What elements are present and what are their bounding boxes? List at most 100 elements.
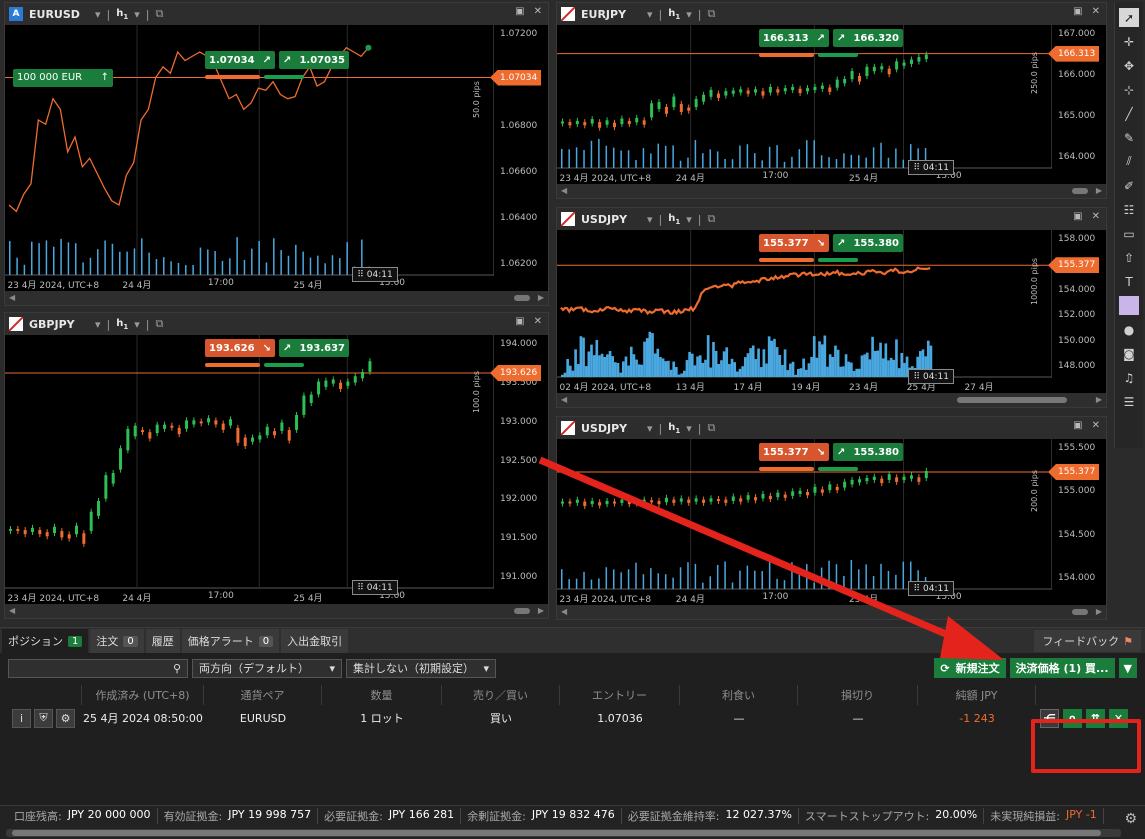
shield-icon[interactable]: ⛨ [34,708,53,728]
chevron-down-icon[interactable]: ▾ [647,422,653,435]
sell-price-button[interactable]: 1.07034 ↗ [205,51,275,69]
link-chart-icon[interactable]: ⧉ [708,421,716,435]
buy-price-button[interactable]: ↗ 155.380 [833,234,903,252]
status-scrollbar[interactable] [6,829,1121,837]
aggregate-select[interactable]: 集計しない（初期設定） ▾ [346,658,496,678]
crosshair-icon[interactable]: ✛ [1119,32,1139,51]
table-row[interactable]: i ⛨ ⚙ 25 4月 2024 08:50:00 EURUSD 1 ロット 買… [0,707,1145,729]
scroll-left-icon[interactable]: ◀ [9,293,15,302]
scroll-right-icon[interactable]: ▶ [1096,607,1102,616]
tab-transfers[interactable]: 入出金取引 [281,629,349,653]
search-input[interactable]: ⚲ [8,658,188,678]
close-price-button[interactable]: 決済価格 (1) 買... [1009,658,1115,678]
header-qty[interactable]: 数量 [322,685,442,705]
scroll-thumb[interactable] [514,295,530,301]
header-pair[interactable]: 通貨ペア [204,685,322,705]
bell-icon[interactable]: ♫ [1119,368,1139,387]
feedback-button[interactable]: フィードバック ⚑ [1034,630,1141,652]
scroll-thumb[interactable] [1072,609,1088,615]
move-icon[interactable]: ✥ [1119,56,1139,75]
chart-area[interactable]: 167.000 166.000 165.000 164.000 23 4月 2024, … [557,25,1106,184]
chevron-down-icon[interactable]: ▾ [95,318,101,331]
settings-lines-icon[interactable]: ☰ [1119,392,1139,411]
buy-price-button[interactable]: ↗ 166.320 [833,29,903,47]
buy-price-button[interactable]: ↗ 1.07035 [279,51,349,69]
link-chart-icon[interactable]: ⧉ [156,317,164,331]
chart-area[interactable]: 158.000156.000154.000152.000150.000148.0… [557,230,1106,393]
chevron-down-icon[interactable]: ▾ [686,213,692,226]
chevron-down-icon[interactable]: ▾ [134,318,140,331]
maximize-icon[interactable]: ▣ [1073,6,1082,17]
header-tp[interactable]: 利食い [680,685,798,705]
tab-price-alerts[interactable]: 価格アラート 0 [181,629,280,653]
chevron-down-icon[interactable]: ▾ [647,8,653,21]
maximize-icon[interactable]: ▣ [1073,420,1082,431]
arrow-up-icon[interactable]: ⇧ [1119,248,1139,267]
close-icon[interactable]: ✕ [1092,6,1100,17]
gear-icon[interactable]: ⚙ [56,708,75,728]
scroll-thumb[interactable] [957,397,1067,403]
horizontal-scrollbar[interactable]: ◀ ▶ [557,605,1106,619]
timeframe-label[interactable]: h1 [668,8,680,21]
buy-price-button[interactable]: ↗ 193.637 [279,339,349,357]
link-chart-icon[interactable]: ⧉ [708,212,716,226]
scroll-thumb[interactable] [12,830,1101,836]
link-chart-icon[interactable]: ⧉ [156,7,164,21]
fibonacci-icon[interactable]: ☷ [1119,200,1139,219]
sell-price-button[interactable]: 166.313 ↗ [759,29,829,47]
fan-icon[interactable]: ⫽ [1119,152,1139,171]
cursor-icon[interactable]: ➚ [1119,8,1139,27]
scroll-right-icon[interactable]: ▶ [538,606,544,615]
scroll-left-icon[interactable]: ◀ [9,606,15,615]
camera-icon[interactable]: ◙ [1119,344,1139,363]
maximize-icon[interactable]: ▣ [515,6,524,17]
info-icon[interactable]: i [12,708,31,728]
scroll-thumb[interactable] [514,608,530,614]
timeframe-label[interactable]: h1 [668,213,680,226]
chart-panel-eurusd[interactable]: AEURUSD▾|h1▾|⧉▣✕1.072001.070001.068001.0… [4,2,549,306]
scroll-left-icon[interactable]: ◀ [561,186,567,195]
text-icon[interactable]: T [1119,272,1139,291]
sell-price-button[interactable]: 155.377 ↘ [759,443,829,461]
chart-panel-eurjpy[interactable]: EURJPY ▾ | h1 ▾ | ⧉ ▣ ✕ 167.000 166.000 165.000 164.… [556,2,1107,199]
direction-select[interactable]: 両方向（デフォルト） ▾ [192,658,342,678]
close-price-dropdown[interactable]: ▼ [1118,658,1137,678]
scroll-right-icon[interactable]: ▶ [1096,186,1102,195]
chevron-down-icon[interactable]: ▾ [686,8,692,21]
horizontal-scrollbar[interactable]: ◀ ▶ [5,604,548,618]
close-icon[interactable]: ✕ [534,316,542,327]
timeframe-label[interactable]: h1 [116,318,128,331]
scroll-left-icon[interactable]: ◀ [561,607,567,616]
measure-icon[interactable]: ⊹ [1119,80,1139,99]
header-sl[interactable]: 損切り [798,685,918,705]
maximize-icon[interactable]: ▣ [515,316,524,327]
tab-history[interactable]: 履歴 [145,629,180,653]
chart-panel-gbpjpy[interactable]: GBPJPY ▾ | h1 ▾ | ⧉ ▣ ✕ 194.000 193.500 193.000 192.… [4,312,549,619]
header-side[interactable]: 売り／買い [442,685,560,705]
rectangle-icon[interactable]: ▭ [1119,224,1139,243]
maximize-icon[interactable]: ▣ [1073,211,1082,222]
line-icon[interactable]: ╱ [1119,104,1139,123]
tab-positions[interactable]: ポジション 1 [2,629,89,653]
scroll-left-icon[interactable]: ◀ [561,395,567,404]
horizontal-scrollbar[interactable]: ◀ ▶ [5,291,548,305]
chevron-down-icon[interactable]: ▾ [686,422,692,435]
scroll-thumb[interactable] [1072,188,1088,194]
color-swatch[interactable] [1119,296,1139,315]
chevron-down-icon[interactable]: ▾ [647,213,653,226]
sell-price-button[interactable]: 155.377 ↘ [759,234,829,252]
scroll-right-icon[interactable]: ▶ [1096,395,1102,404]
buy-price-button[interactable]: ↗ 155.380 [833,443,903,461]
sell-price-button[interactable]: 193.626 ↘ [205,339,275,357]
pen-icon[interactable]: ✎ [1119,128,1139,147]
horizontal-scrollbar[interactable]: ◀ ▶ [557,184,1106,198]
chart-area[interactable]: 1.072001.070001.068001.066001.064001.062… [5,25,548,291]
chevron-down-icon[interactable]: ▾ [95,8,101,21]
new-order-button[interactable]: ⟳ 新規注文 [934,658,1006,678]
chart-panel-usdjpy[interactable]: USDJPY ▾ | h1 ▾ | ⧉ ▣ ✕ 155.500 155.000 154.500 154.… [556,416,1107,620]
chart-area[interactable]: 194.000 193.500 193.000 192.500 192.000 191.5… [5,335,548,604]
position-label[interactable]: 100 000 EUR ↑ [13,68,113,87]
gear-icon[interactable]: ⚙ [1124,811,1137,827]
chart-area[interactable]: 155.500 155.000 154.500 154.000 23 4月 2024, … [557,439,1106,605]
scroll-right-icon[interactable]: ▶ [538,293,544,302]
